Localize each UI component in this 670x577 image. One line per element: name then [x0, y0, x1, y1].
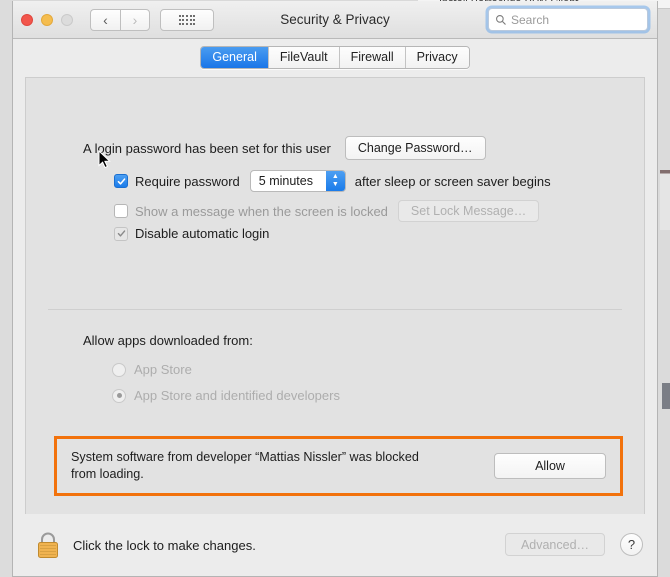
disable-auto-login-row: Disable automatic login [114, 226, 269, 241]
window-footer: Click the lock to make changes. Advanced… [13, 514, 657, 576]
require-password-delay-value: 5 minutes [258, 174, 313, 188]
show-lock-message-checkbox [114, 204, 128, 218]
window-titlebar: ‹ › Security & Privacy Search [13, 1, 657, 39]
blocked-software-message: System software from developer “Mattias … [71, 449, 494, 483]
disable-auto-login-checkbox [114, 226, 128, 241]
allow-apps-option-identified: App Store and identified developers [112, 388, 340, 403]
change-password-button[interactable]: Change Password… [344, 136, 486, 160]
lock-message-row: Show a message when the screen is locked… [114, 200, 540, 222]
section-divider [48, 309, 622, 310]
tab-bar: General FileVault Firewall Privacy [13, 39, 657, 75]
login-password-row: A login password has been set for this u… [83, 136, 486, 160]
require-password-checkbox[interactable] [114, 174, 128, 188]
chevron-updown-icon[interactable]: ▲ ▼ [325, 171, 345, 191]
search-input[interactable]: Search [511, 13, 549, 27]
allow-apps-heading: Allow apps downloaded from: [83, 333, 253, 348]
login-password-label: A login password has been set for this u… [83, 140, 331, 156]
allow-button[interactable]: Allow [494, 453, 606, 479]
blocked-software-alert: System software from developer “Mattias … [54, 436, 623, 496]
app-store-identified-developers-label: App Store and identified developers [134, 388, 340, 403]
tab-filevault[interactable]: FileVault [268, 46, 340, 68]
require-password-label: Require password [135, 173, 240, 189]
tab-general[interactable]: General [201, 46, 269, 68]
allow-apps-option-appstore: App Store [112, 362, 192, 377]
radio-selected-dot [116, 393, 122, 398]
require-password-suffix-label: after sleep or screen saver begins [354, 173, 551, 189]
desktop-right-strip [656, 0, 670, 577]
search-icon [496, 14, 506, 25]
desktop-left-strip [0, 0, 12, 577]
disable-auto-login-label: Disable automatic login [135, 226, 270, 241]
tab-privacy[interactable]: Privacy [405, 46, 469, 68]
require-password-row: Require password 5 minutes ▲ ▼ after slee… [114, 170, 551, 192]
help-icon[interactable]: ? [620, 533, 643, 556]
security-privacy-window: ‹ › Security & Privacy Search General Fi… [12, 1, 658, 577]
checkmark-icon [117, 177, 125, 185]
allow-apps-heading-row: Allow apps downloaded from: [83, 333, 253, 348]
app-store-radio [112, 362, 126, 377]
show-lock-message-label: Show a message when the screen is locked [135, 203, 388, 219]
background-window-edge-2 [662, 383, 670, 409]
blocked-software-message-line2: from loading. [71, 467, 144, 481]
app-store-identified-developers-radio [112, 388, 126, 403]
tab-firewall[interactable]: Firewall [339, 46, 406, 68]
lock-hint-label: Click the lock to make changes. [73, 538, 256, 553]
checkmark-icon [117, 230, 125, 237]
blocked-software-message-line1: System software from developer “Mattias … [71, 450, 419, 464]
advanced-button: Advanced… [505, 533, 605, 556]
set-lock-message-button: Set Lock Message… [397, 200, 540, 222]
mouse-pointer-icon [98, 150, 111, 169]
background-window-edge [660, 170, 670, 230]
require-password-delay-select[interactable]: 5 minutes ▲ ▼ [249, 170, 346, 192]
lock-closed-icon[interactable] [35, 530, 61, 560]
search-field[interactable]: Search [488, 8, 648, 31]
app-store-radio-label: App Store [134, 362, 192, 377]
general-panel: A login password has been set for this u… [25, 77, 645, 514]
